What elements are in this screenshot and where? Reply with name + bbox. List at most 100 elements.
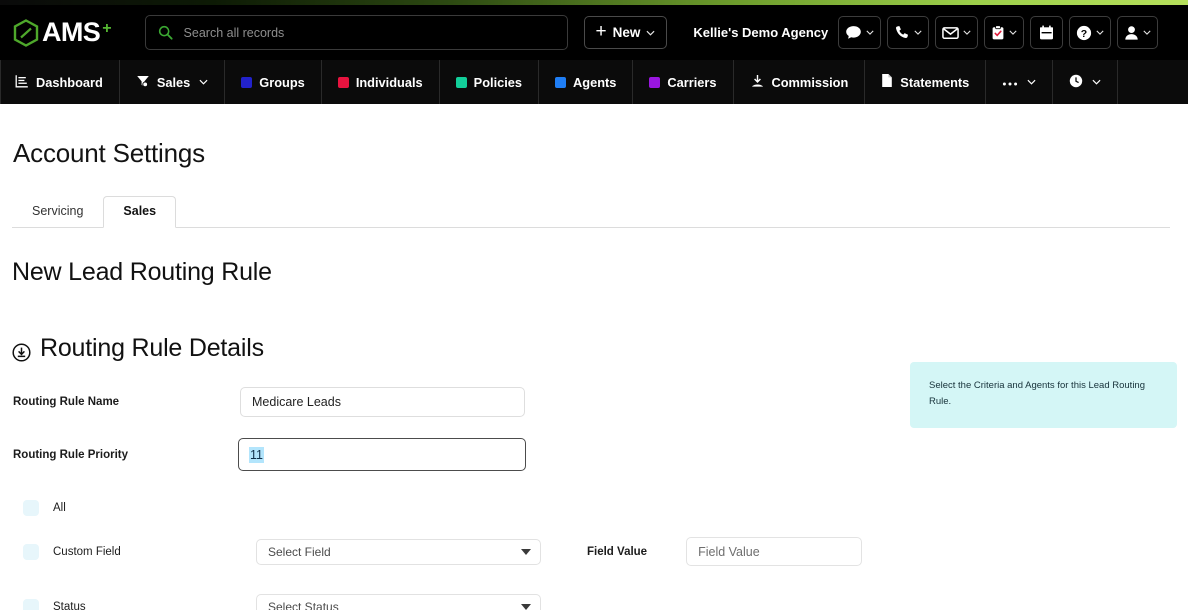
rule-priority-value: 11: [249, 446, 264, 463]
chevron-down-icon: [199, 77, 208, 87]
chevron-down-icon: [866, 30, 874, 35]
tab-servicing[interactable]: Servicing: [12, 196, 103, 228]
nav-item-sales[interactable]: Sales: [120, 60, 226, 104]
select-status-dropdown[interactable]: Select Status: [256, 593, 541, 610]
search-input[interactable]: [183, 25, 555, 40]
search-icon: [158, 25, 173, 40]
checkbox-custom-field[interactable]: [23, 543, 39, 560]
agency-name: Kellie's Demo Agency: [693, 25, 829, 40]
nav-item-dashboard[interactable]: Dashboard: [0, 60, 120, 104]
user-icon-button[interactable]: [1117, 16, 1159, 49]
nav-item-more[interactable]: [986, 60, 1054, 104]
phone-icon-button[interactable]: [887, 16, 930, 49]
user-icon: [1124, 25, 1139, 41]
svg-text:?: ?: [1081, 27, 1087, 39]
chat-icon: [845, 25, 862, 40]
criteria-label-all: All: [53, 501, 66, 514]
square-icon: [455, 76, 467, 88]
mail-icon: [942, 26, 960, 40]
help-icon: ?: [1076, 25, 1092, 41]
select-field-value: Select Field: [268, 544, 331, 559]
tab-sales[interactable]: Sales: [103, 196, 177, 228]
nav-label: Carriers: [667, 74, 717, 90]
help-icon-button[interactable]: ?: [1069, 16, 1112, 49]
section-heading-text: New Lead Routing Rule: [12, 258, 272, 286]
nav-item-commission[interactable]: Commission: [734, 60, 866, 104]
header-icon-group: ?: [838, 16, 1159, 49]
nav-label: Dashboard: [36, 74, 103, 90]
nav-item-statements[interactable]: Statements: [865, 60, 987, 104]
clipboard-check-icon: [991, 24, 1005, 41]
logo-text: AMS: [42, 17, 101, 47]
hexagon-logo-icon: [12, 18, 40, 48]
criteria-list: All Custom Field Select Field Field Valu…: [12, 494, 1176, 610]
calendar-icon: [1039, 25, 1054, 41]
nav-item-policies[interactable]: Policies: [440, 60, 540, 104]
rule-priority-input[interactable]: 11: [238, 438, 526, 471]
criteria-label-status: Status: [53, 600, 86, 610]
settings-tabs: Servicing Sales: [12, 196, 1170, 228]
nav-item-individuals[interactable]: Individuals: [322, 60, 440, 104]
nav-item-recent[interactable]: [1053, 60, 1119, 104]
routing-rule-form: Select the Criteria and Agents for this …: [12, 362, 1177, 610]
nav-label: Agents: [573, 74, 617, 90]
criteria-label-custom-field: Custom Field: [53, 545, 121, 558]
clock-icon: [1069, 74, 1083, 91]
field-value-group: Field Value: [587, 537, 863, 566]
chevron-down-icon: [914, 30, 922, 35]
square-icon: [555, 76, 567, 88]
phone-icon: [894, 25, 910, 41]
plus-icon: +: [595, 21, 607, 42]
nav-label: Groups: [259, 74, 305, 90]
logo-plus: +: [102, 19, 112, 37]
rule-name-input[interactable]: [240, 387, 525, 417]
nav-item-groups[interactable]: Groups: [225, 60, 322, 104]
chevron-down-icon: [521, 603, 531, 610]
field-value-input[interactable]: [686, 537, 863, 566]
new-button-label: New: [612, 25, 641, 40]
section-heading: New Lead Routing Rule: [12, 258, 1176, 287]
page-title: Account Settings: [13, 138, 205, 168]
nav-label: Sales: [156, 74, 191, 90]
document-icon: [881, 73, 893, 91]
subsection-heading-text: Routing Rule Details: [40, 334, 264, 362]
chat-icon-button[interactable]: [838, 16, 882, 49]
circle-arrow-down-icon: [12, 340, 31, 362]
app-logo[interactable]: AMS +: [12, 18, 112, 48]
chevron-down-icon: [1096, 30, 1104, 35]
new-button[interactable]: + New: [583, 16, 668, 49]
subsection-heading: Routing Rule Details: [12, 334, 1176, 363]
chevron-down-icon: [521, 548, 531, 555]
chevron-down-icon: [1009, 30, 1017, 35]
mail-icon-button[interactable]: [935, 16, 979, 49]
criteria-row-custom-field: Custom Field Select Field Field Value: [12, 537, 1176, 566]
chevron-down-icon: [1027, 77, 1036, 87]
main-navigation: Dashboard Sales Groups Individuals Polic…: [0, 60, 1188, 106]
criteria-row-status: Status Select Status: [12, 593, 1176, 610]
nav-label: Commission: [771, 74, 849, 90]
chevron-down-icon: [1092, 77, 1101, 87]
nav-label: Statements: [900, 74, 970, 90]
clipboard-check-icon-button[interactable]: [984, 16, 1025, 49]
square-icon: [649, 76, 661, 88]
calendar-icon-button[interactable]: [1030, 16, 1064, 49]
criteria-row-all: All: [12, 494, 1176, 521]
rule-priority-label: Routing Rule Priority: [13, 448, 128, 461]
nav-item-carriers[interactable]: Carriers: [633, 60, 734, 104]
select-status-value: Select Status: [268, 599, 339, 610]
field-value-label: Field Value: [587, 545, 648, 558]
funnel-icon: [136, 74, 150, 91]
nav-label: Policies: [473, 74, 523, 90]
chevron-down-icon: [1143, 30, 1151, 35]
nav-item-agents[interactable]: Agents: [539, 60, 634, 104]
commission-icon: [750, 74, 765, 91]
chevron-down-icon: [963, 30, 971, 35]
page-body: Account Settings Servicing Sales New Lea…: [0, 138, 1188, 610]
checkbox-status[interactable]: [23, 598, 39, 610]
ellipsis-icon: [1002, 75, 1018, 90]
checkbox-all[interactable]: [23, 499, 39, 516]
chart-bars-icon: [15, 74, 29, 91]
nav-label: Individuals: [355, 74, 423, 90]
search-box[interactable]: [144, 15, 568, 50]
select-field-dropdown[interactable]: Select Field: [256, 538, 541, 565]
